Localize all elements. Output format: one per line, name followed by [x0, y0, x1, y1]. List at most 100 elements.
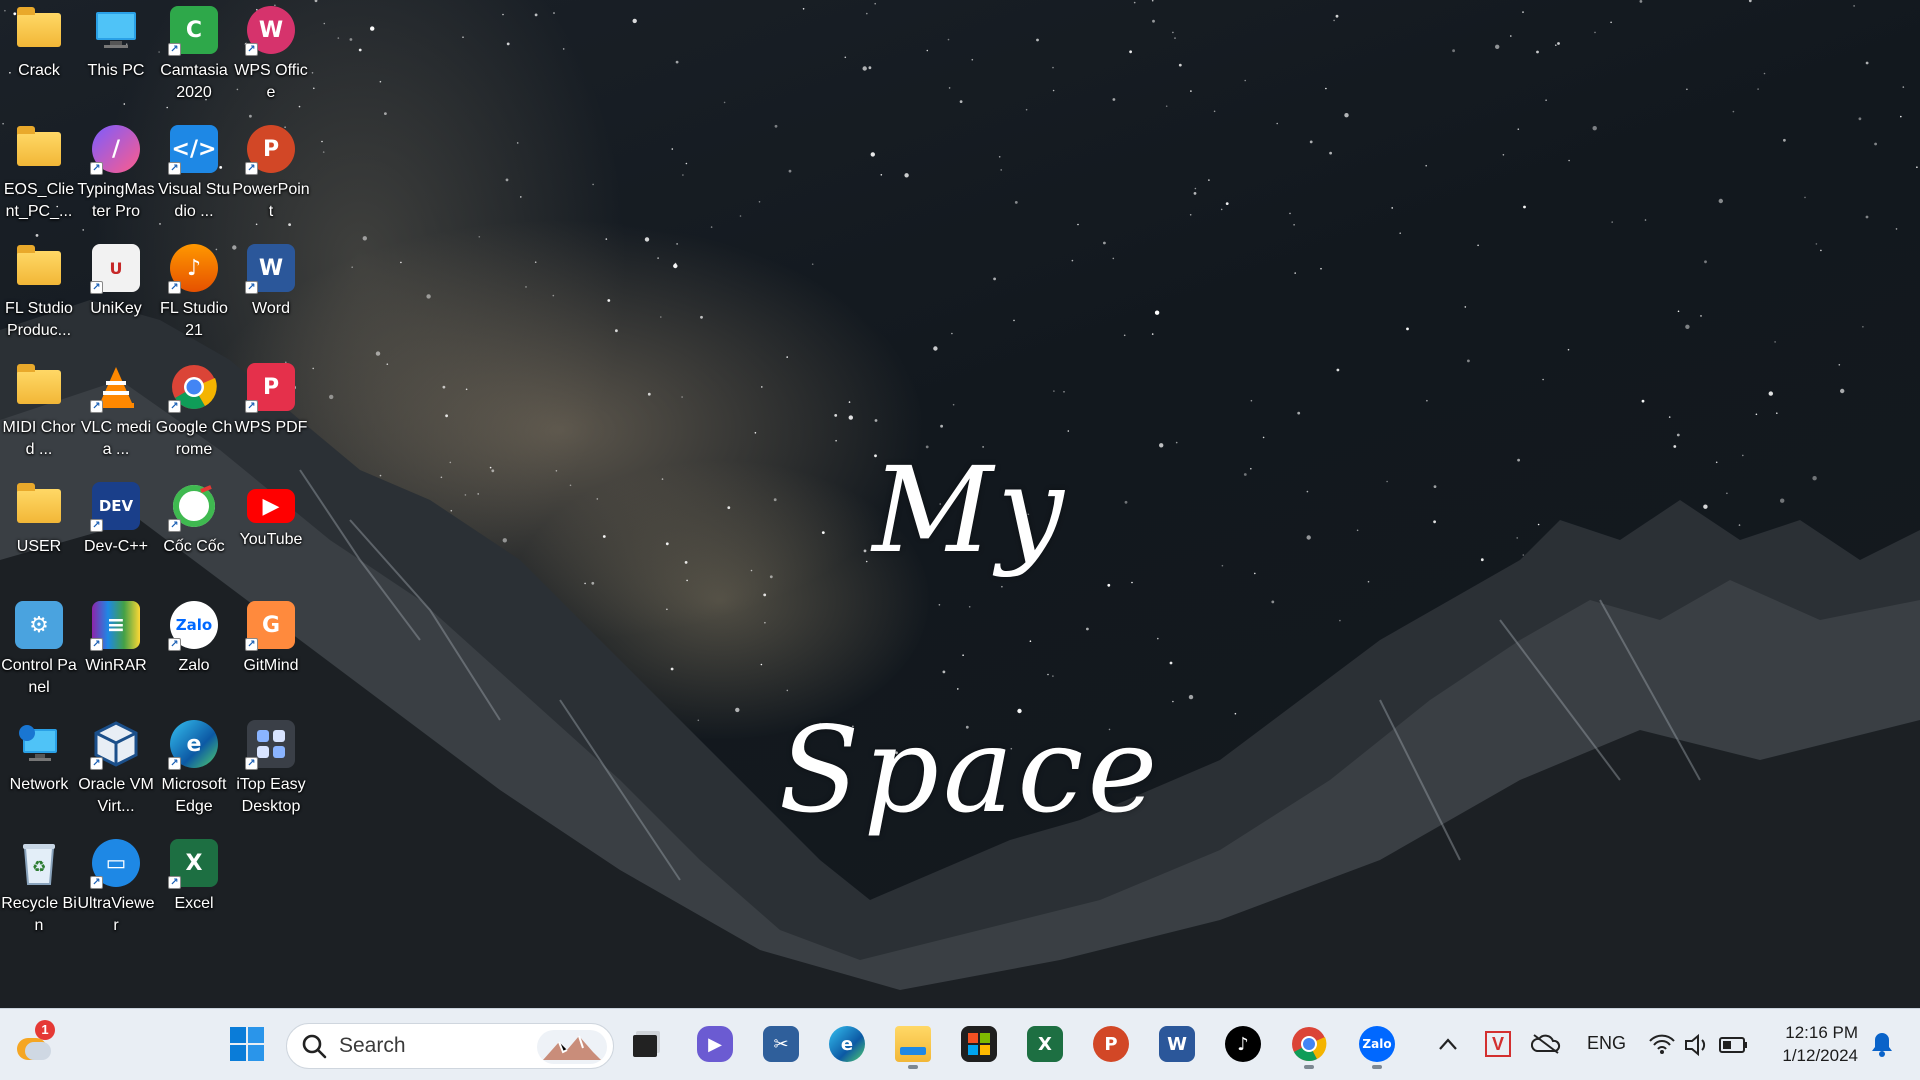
quick-settings-button[interactable]	[1640, 1019, 1760, 1069]
desktop-icon-this-pc[interactable]: This PC	[77, 0, 155, 112]
desktop-icon-crack[interactable]: Crack	[0, 0, 78, 112]
chrome-icon	[1292, 1027, 1327, 1061]
desktop-icon-winrar[interactable]: ≡ ↗ WinRAR	[77, 595, 155, 707]
powerpoint-icon: P	[1093, 1026, 1129, 1062]
unikey-icon: U ↗	[90, 244, 140, 294]
desktop-icon-youtube[interactable]: ▶ YouTube	[232, 476, 310, 588]
input-language-indicator[interactable]: ENG	[1587, 1033, 1626, 1054]
taskbar-edge[interactable]: e	[822, 1019, 872, 1069]
folder-icon	[15, 244, 63, 292]
desktop-icon-midi-chord[interactable]: MIDI Chord ...	[0, 357, 78, 469]
notifications-button[interactable]	[1862, 1019, 1902, 1069]
desktop-icon-user[interactable]: USER	[0, 476, 78, 588]
quick-settings-icons	[1649, 1033, 1747, 1057]
snipping-tool-icon: ✂	[763, 1026, 799, 1062]
chrome-icon: ↗	[168, 363, 218, 413]
folder-icon	[15, 363, 63, 411]
store-icon	[961, 1026, 997, 1062]
chevron-up-icon	[1439, 1038, 1457, 1050]
ultraviewer-icon: ▭ ↗	[90, 839, 140, 889]
desktop-icon-network[interactable]: Network	[0, 714, 78, 826]
desktop-icon-word[interactable]: W ↗ Word	[232, 238, 310, 350]
taskbar-search[interactable]	[286, 1023, 614, 1069]
desktop-icon-eos-client[interactable]: EOS_Client_PC_...	[0, 119, 78, 231]
chat-icon: ▶	[697, 1026, 733, 1062]
desktop-icon-fl-studio-21[interactable]: ♪ ↗ FL Studio 21	[155, 238, 233, 350]
desktop-icon-gitmind[interactable]: G ↗ GitMind	[232, 595, 310, 707]
taskbar-powerpoint[interactable]: P	[1086, 1019, 1136, 1069]
zalo-icon: Zalo ↗	[168, 601, 218, 651]
desktop-icon-coc-coc[interactable]: ↗ Cốc Cốc	[155, 476, 233, 588]
typingmaster-icon: / ↗	[90, 125, 140, 175]
coccoc-icon: ↗	[168, 482, 218, 532]
start-button[interactable]	[222, 1019, 272, 1069]
battery-icon	[1719, 1037, 1747, 1053]
taskbar: 1 ▶ ✂ e	[0, 1008, 1920, 1080]
wps-pdf-icon: P ↗	[245, 363, 295, 413]
tray-onedrive[interactable]	[1524, 1019, 1568, 1069]
desktop-icon-powerpoint[interactable]: P ↗ PowerPoint	[232, 119, 310, 231]
desktop-icon-ultraviewer[interactable]: ▭ ↗ UltraViewer	[77, 833, 155, 945]
clock-date: 1/12/2024	[1782, 1046, 1858, 1065]
devcpp-icon: DEV ↗	[90, 482, 140, 532]
taskbar-file-explorer[interactable]	[888, 1019, 938, 1069]
wifi-icon	[1649, 1034, 1675, 1054]
word-icon: W ↗	[245, 244, 295, 294]
excel-icon: X ↗	[168, 839, 218, 889]
onedrive-offline-icon	[1531, 1034, 1561, 1054]
desktop-icon-wps-office[interactable]: W ↗ WPS Office	[232, 0, 310, 112]
search-input[interactable]	[339, 1034, 529, 1058]
excel-icon: X	[1027, 1026, 1063, 1062]
taskbar-chat[interactable]: ▶	[690, 1019, 740, 1069]
system-clock[interactable]: 12:16 PM 1/12/2024	[1770, 1021, 1858, 1067]
camtasia-icon: C ↗	[168, 6, 218, 56]
show-hidden-icons-button[interactable]	[1428, 1019, 1468, 1069]
fl-studio-icon: ♪ ↗	[168, 244, 218, 294]
gitmind-icon: G ↗	[245, 601, 295, 651]
desktop-icon-fl-studio-producer[interactable]: FL Studio Produc...	[0, 238, 78, 350]
desktop-icon-itop-easy-desktop[interactable]: ↗ iTop Easy Desktop	[232, 714, 310, 826]
desktop-icon-excel[interactable]: X ↗ Excel	[155, 833, 233, 945]
weather-widget[interactable]: 1	[8, 1019, 58, 1069]
weather-icon: 1	[13, 1020, 55, 1064]
wps-office-icon: W ↗	[245, 6, 295, 56]
folder-icon	[15, 482, 63, 530]
desktop-icon-zalo[interactable]: Zalo ↗ Zalo	[155, 595, 233, 707]
antivirus-icon: V	[1485, 1031, 1511, 1057]
desktop-icon-visual-studio[interactable]: </> ↗ Visual Studio ...	[155, 119, 233, 231]
desktop-icon-typingmaster[interactable]: / ↗ TypingMaster Pro	[77, 119, 155, 231]
taskbar-tiktok[interactable]: ♪	[1218, 1019, 1268, 1069]
desktop-icon-recycle-bin[interactable]: ♻ Recycle Bin	[0, 833, 78, 945]
desktop-icon-google-chrome[interactable]: ↗ Google Chrome	[155, 357, 233, 469]
desktop-icon-oracle-vm[interactable]: ↗ Oracle VM Virt...	[77, 714, 155, 826]
clock-time: 12:16 PM	[1785, 1023, 1858, 1042]
wallpaper-slogan: My Space	[778, 441, 1162, 839]
taskbar-excel[interactable]: X	[1020, 1019, 1070, 1069]
taskbar-microsoft-store[interactable]	[954, 1019, 1004, 1069]
search-highlight-image	[537, 1030, 607, 1064]
tray-antivirus[interactable]: V	[1476, 1019, 1520, 1069]
desktop-icon-vlc[interactable]: ↗ VLC media ...	[77, 357, 155, 469]
winrar-icon: ≡ ↗	[90, 601, 140, 651]
desktop-icon-unikey[interactable]: U ↗ UniKey	[77, 238, 155, 350]
desktop-icon-grid: Crack This PC C ↗ Camtasia 2020 W ↗ WPS Of…	[0, 0, 310, 1000]
desktop-icon-wps-pdf[interactable]: P ↗ WPS PDF	[232, 357, 310, 469]
desktop-icon-camtasia[interactable]: C ↗ Camtasia 2020	[155, 0, 233, 112]
volume-icon	[1685, 1033, 1706, 1057]
desktop-icon-dev-cpp[interactable]: DEV ↗ Dev-C++	[77, 476, 155, 588]
taskbar-snipping-tool[interactable]: ✂	[756, 1019, 806, 1069]
vscode-icon: </> ↗	[168, 125, 218, 175]
folder-icon	[15, 125, 63, 173]
file-explorer-icon	[895, 1026, 931, 1062]
powerpoint-icon: P ↗	[245, 125, 295, 175]
desktop-icon-control-panel[interactable]: ⚙ Control Panel	[0, 595, 78, 707]
taskbar-zalo[interactable]: Zalo	[1352, 1019, 1402, 1069]
taskbar-word[interactable]: W	[1152, 1019, 1202, 1069]
task-view-button[interactable]	[622, 1019, 672, 1069]
network-icon	[15, 720, 63, 768]
folder-icon	[15, 6, 63, 54]
desktop-icon-microsoft-edge[interactable]: e ↗ Microsoft Edge	[155, 714, 233, 826]
taskbar-chrome[interactable]	[1284, 1019, 1334, 1069]
zalo-icon-text: Zalo	[1362, 1037, 1392, 1051]
vlc-icon: ↗	[90, 363, 140, 413]
